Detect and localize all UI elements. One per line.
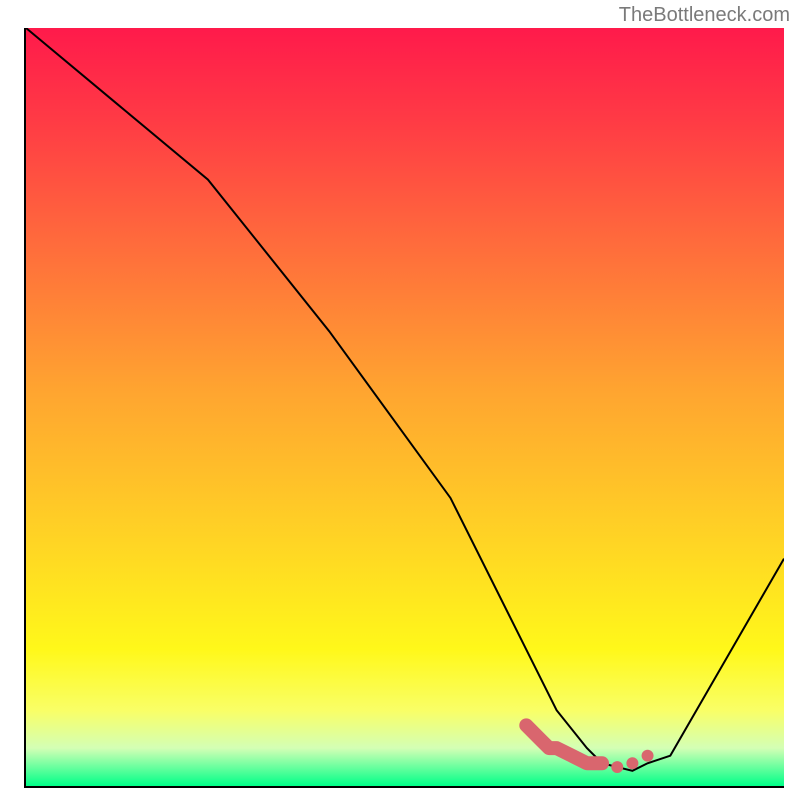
marker-segment (526, 725, 602, 763)
marker-dot (626, 757, 638, 769)
chart-svg-overlay (26, 28, 784, 786)
attribution-text: TheBottleneck.com (619, 4, 790, 27)
chart-plot-area (24, 28, 784, 788)
highlighted-markers (526, 725, 653, 773)
marker-dot (642, 750, 654, 762)
bottleneck-curve-line (26, 28, 784, 771)
marker-dot (611, 761, 623, 773)
